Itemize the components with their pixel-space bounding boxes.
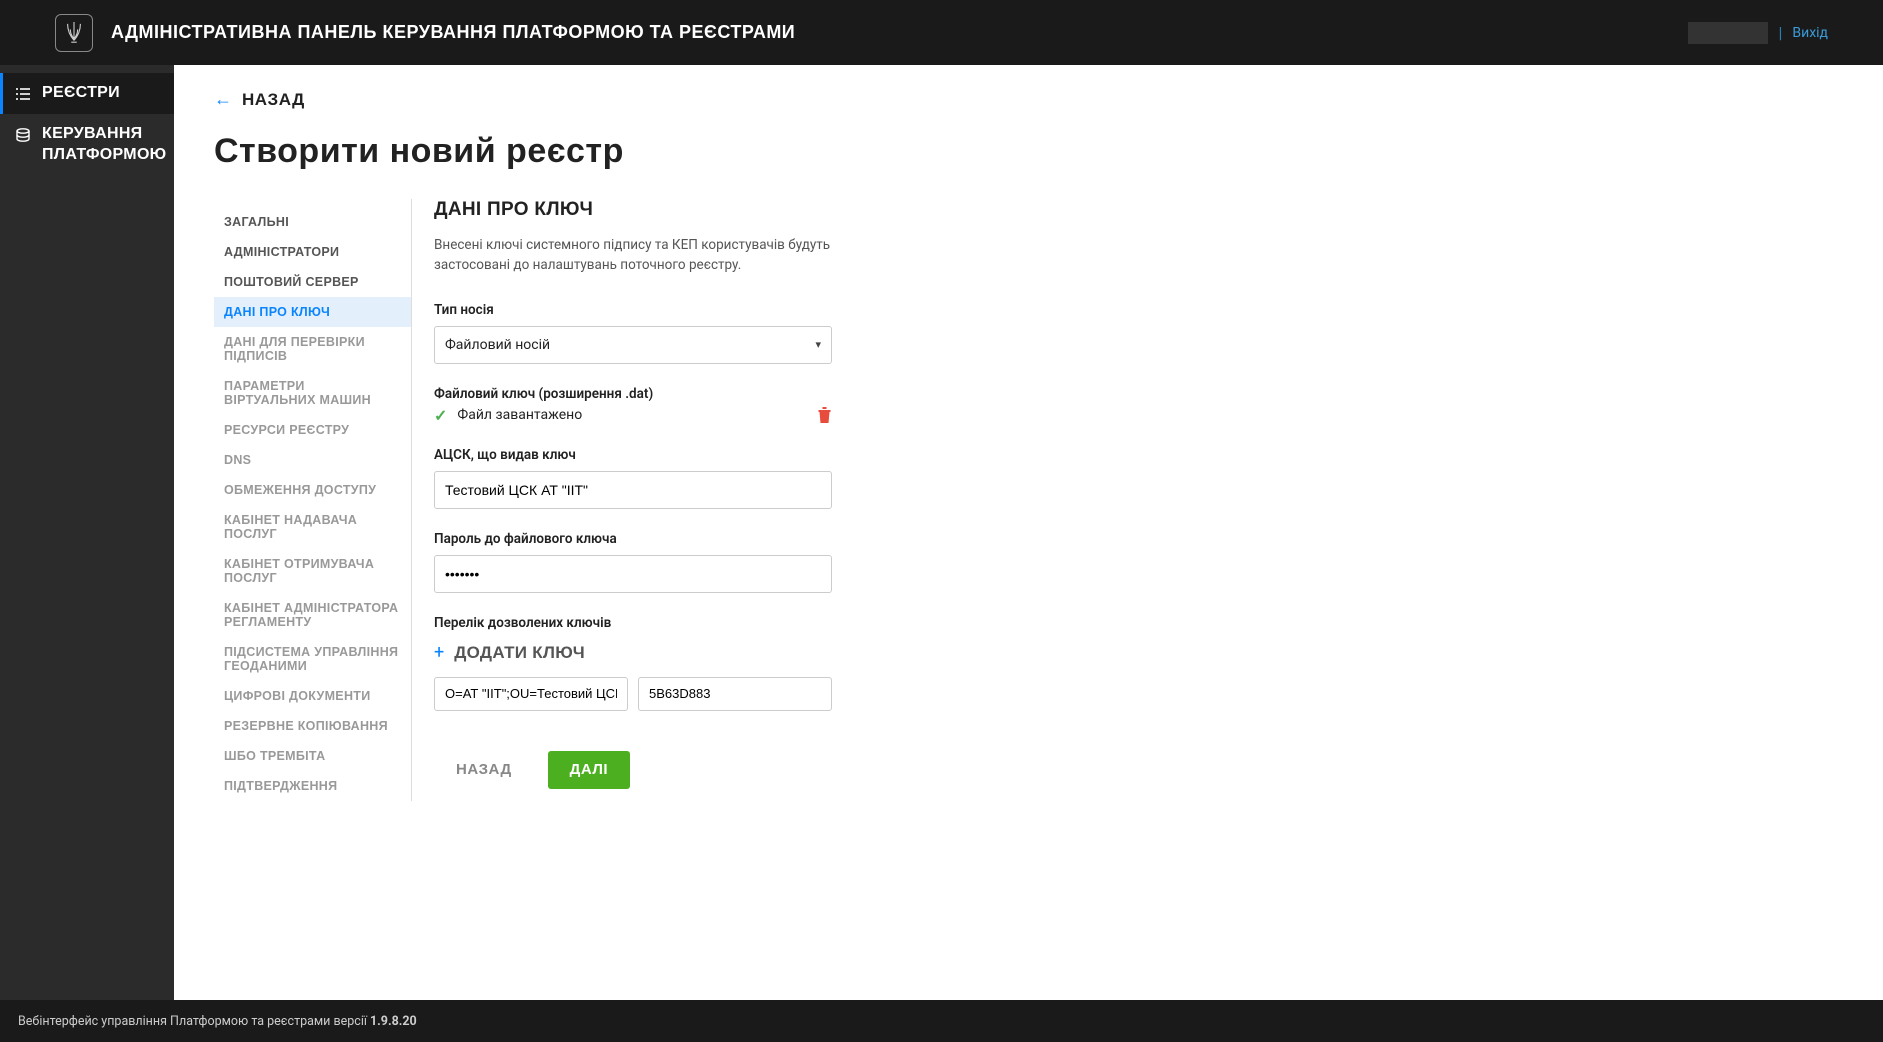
back-link[interactable]: ← НАЗАД [214,90,305,110]
password-input[interactable] [434,555,832,593]
chevron-down-icon: ▾ [815,338,821,351]
step-dns[interactable]: DNS [214,445,411,475]
back-label: НАЗАД [242,90,305,110]
header-divider: | [1778,23,1782,42]
arrow-left-icon: ← [214,91,232,109]
sidebar: РЕЄСТРИ КЕРУВАННЯ ПЛАТФОРМОЮ [0,65,174,1000]
sidebar-item-registries[interactable]: РЕЄСТРИ [0,73,174,114]
add-key-button[interactable]: + ДОДАТИ КЛЮЧ [434,643,585,663]
step-geodata-subsystem[interactable]: ПІДСИСТЕМА УПРАВЛІННЯ ГЕОДАНИМИ [214,637,411,681]
form-buttons: НАЗАД ДАЛІ [434,751,832,789]
logo [55,14,93,52]
step-general[interactable]: ЗАГАЛЬНІ [214,207,411,237]
list-icon [14,85,32,103]
user-name-placeholder [1688,22,1768,44]
trident-icon [63,20,85,46]
file-status-left: ✓ Файл завантажено [434,406,582,425]
step-access-restrictions[interactable]: ОБМЕЖЕННЯ ДОСТУПУ [214,475,411,505]
sidebar-item-platform-management[interactable]: КЕРУВАННЯ ПЛАТФОРМОЮ [0,114,174,176]
step-regulation-admin-cabinet[interactable]: КАБІНЕТ АДМІНІСТРАТОРА РЕГЛАМЕНТУ [214,593,411,637]
step-mail-server[interactable]: ПОШТОВИЙ СЕРВЕР [214,267,411,297]
step-provider-cabinet[interactable]: КАБІНЕТ НАДАВАЧА ПОСЛУГ [214,505,411,549]
layers-icon [14,126,32,144]
step-key-data[interactable]: ДАНІ ПРО КЛЮЧ [214,297,411,327]
back-button[interactable]: НАЗАД [434,751,534,789]
footer: Вебінтерфейс управління Платформою та ре… [0,1000,1883,1042]
media-type-label: Тип носія [434,302,832,318]
key-serial-input[interactable] [638,677,832,711]
file-key-label: Файловий ключ (розширення .dat) [434,386,832,402]
key-issuer-input[interactable] [434,677,628,711]
form-area: ДАНІ ПРО КЛЮЧ Внесені ключі системного п… [412,199,832,801]
sidebar-item-label: КЕРУВАННЯ ПЛАТФОРМОЮ [42,124,166,166]
step-vm-params[interactable]: ПАРАМЕТРИ ВІРТУАЛЬНИХ МАШИН [214,371,411,415]
check-icon: ✓ [434,406,447,425]
password-label: Пароль до файлового ключа [434,531,832,547]
app-header: АДМІНІСТРАТИВНА ПАНЕЛЬ КЕРУВАННЯ ПЛАТФОР… [0,0,1883,65]
wizard-steps: ЗАГАЛЬНІ АДМІНІСТРАТОРИ ПОШТОВИЙ СЕРВЕР … [214,199,412,801]
allowed-keys-label: Перелік дозволених ключів [434,615,832,631]
main-content: ← НАЗАД Створити новий реєстр ЗАГАЛЬНІ А… [174,65,1883,1000]
next-button[interactable]: ДАЛІ [548,751,630,789]
step-confirmation[interactable]: ПІДТВЕРДЖЕННЯ [214,771,411,801]
header-right: | Вихід [1688,22,1828,44]
media-type-value: Файловий носій [445,337,550,353]
issuer-label: АЦСК, що видав ключ [434,447,832,463]
plus-icon: + [434,644,444,662]
section-title: ДАНІ ПРО КЛЮЧ [434,199,832,221]
step-digital-documents[interactable]: ЦИФРОВІ ДОКУМЕНТИ [214,681,411,711]
add-key-label: ДОДАТИ КЛЮЧ [454,643,585,663]
media-type-select[interactable]: Файловий носій ▾ [434,326,832,364]
file-loaded-text: Файл завантажено [457,407,582,423]
section-description: Внесені ключі системного підпису та КЕП … [434,235,832,276]
step-trembita[interactable]: ШБО ТРЕМБІТА [214,741,411,771]
footer-version: 1.9.8.20 [370,1014,417,1029]
step-signature-check[interactable]: ДАНІ ДЛЯ ПЕРЕВІРКИ ПІДПИСІВ [214,327,411,371]
app-title: АДМІНІСТРАТИВНА ПАНЕЛЬ КЕРУВАННЯ ПЛАТФОР… [111,22,795,43]
step-admins[interactable]: АДМІНІСТРАТОРИ [214,237,411,267]
logout-link[interactable]: Вихід [1792,25,1828,41]
file-status-row: ✓ Файл завантажено [434,406,832,425]
sidebar-item-label: РЕЄСТРИ [42,83,120,104]
footer-text: Вебінтерфейс управління Платформою та ре… [18,1014,367,1029]
step-backup[interactable]: РЕЗЕРВНЕ КОПІЮВАННЯ [214,711,411,741]
key-inputs-row [434,677,832,711]
page-title: Створити новий реєстр [214,132,1843,171]
step-registry-resources[interactable]: РЕСУРСИ РЕЄСТРУ [214,415,411,445]
step-recipient-cabinet[interactable]: КАБІНЕТ ОТРИМУВАЧА ПОСЛУГ [214,549,411,593]
trash-icon[interactable] [817,407,832,423]
issuer-input[interactable] [434,471,832,509]
header-left: АДМІНІСТРАТИВНА ПАНЕЛЬ КЕРУВАННЯ ПЛАТФОР… [55,14,795,52]
